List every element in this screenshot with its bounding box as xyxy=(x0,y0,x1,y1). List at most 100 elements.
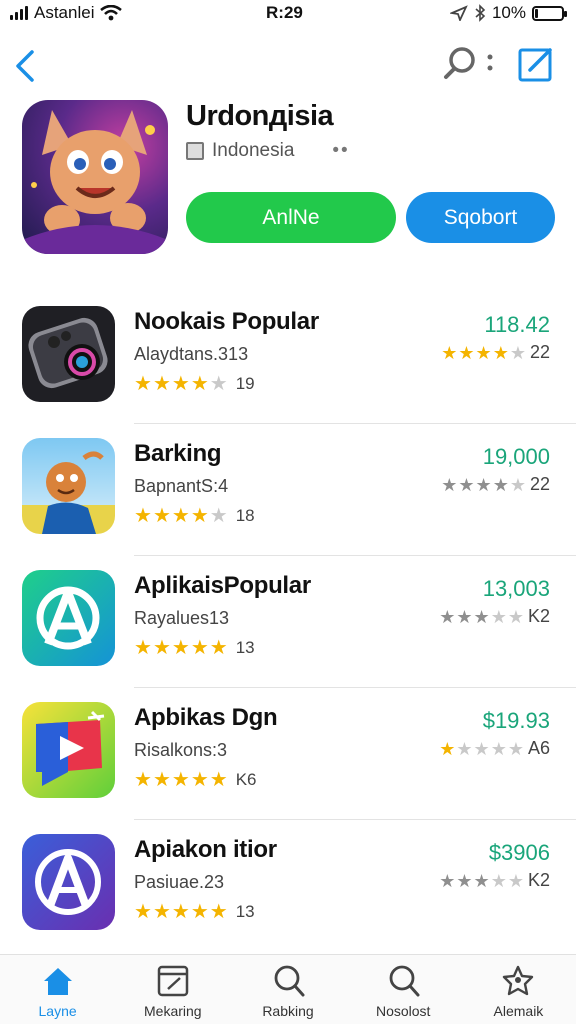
star-icon: ★ xyxy=(134,505,152,527)
app-name: Barking xyxy=(134,440,222,467)
cartoon-app-icon xyxy=(22,438,115,534)
star-icon: ★ xyxy=(490,606,507,627)
app-price: 19,000 xyxy=(482,444,550,469)
star-icon: ★ xyxy=(456,870,473,891)
app-meta: ★ ★ ★ ★ ★ 22 xyxy=(441,474,550,495)
tab-label: Layne xyxy=(38,1003,77,1019)
app-price: 13,003 xyxy=(482,576,550,601)
app-subtitle: Alaydtans.313 xyxy=(134,344,249,364)
camera-app-icon xyxy=(22,306,115,402)
secondary-action-button[interactable]: Sqobort xyxy=(406,192,555,243)
star-icon: ★ xyxy=(209,769,228,791)
star-icon: ★ xyxy=(473,606,490,627)
meta-value: K2 xyxy=(527,606,550,626)
app-rating: ★ ★ ★ ★ ★ K6 xyxy=(134,770,256,790)
tab-layne[interactable]: Layne xyxy=(0,955,115,1024)
star-icon: ★ xyxy=(456,606,473,627)
app-rating: ★ ★ ★ ★ ★ 13 xyxy=(134,902,255,922)
star-icon: ★ xyxy=(441,474,458,495)
back-chevron-icon[interactable] xyxy=(12,46,42,86)
tab-rabking[interactable]: Rabking xyxy=(230,955,345,1024)
star-icon: ★ xyxy=(190,637,209,659)
status-right: 10% xyxy=(449,3,567,23)
star-icon: ★ xyxy=(439,870,456,891)
tab-label: Rabking xyxy=(262,1003,314,1019)
rating-count: 13 xyxy=(235,902,255,921)
star-icon: ★ xyxy=(171,769,190,791)
star-rating-icon: ★ ★ ★ ★ ★ xyxy=(439,739,524,759)
list-item[interactable]: Barking BapnantS:4 ★ ★ ★ ★ ★ 18 19,000 ★ ★ ★ ★ ★… xyxy=(0,424,576,556)
star-icon: ★ xyxy=(490,738,507,759)
star-icon: ★ xyxy=(171,373,190,395)
star-icon: ★ xyxy=(439,606,456,627)
star-icon: ★ xyxy=(507,606,524,627)
star-icon: ★ xyxy=(475,342,492,363)
letter-a-app-icon xyxy=(22,570,115,666)
app-meta: ★ ★ ★ ★ ★ 22 xyxy=(441,342,550,363)
star-icon: ★ xyxy=(209,505,228,527)
list-item[interactable]: AplikaisPopular Rayalues13 ★ ★ ★ ★ ★ 13 13,0… xyxy=(0,556,576,688)
letter-a-circle-app-icon xyxy=(22,834,115,930)
star-icon: ★ xyxy=(134,373,152,395)
region-label: Indonesia xyxy=(212,140,295,161)
star-icon: ★ xyxy=(171,505,190,527)
star-icon: ★ xyxy=(152,505,171,527)
star-icon: ★ xyxy=(190,505,209,527)
app-meta: ★ ★ ★ ★ ★ K2 xyxy=(439,870,550,891)
tab-nosolost[interactable]: Nosolost xyxy=(346,955,461,1024)
signal-icon xyxy=(10,6,28,20)
app-name: Apbikas Dgn xyxy=(134,704,278,731)
meta-value: A6 xyxy=(527,738,550,758)
cartoon-mascot-icon xyxy=(22,110,168,254)
star-icon: ★ xyxy=(492,474,509,495)
star-icon: ★ xyxy=(171,901,190,923)
status-bar: Astanlei R:29 10% xyxy=(0,0,576,26)
star-icon: ★ xyxy=(209,373,228,395)
star-rating-icon: ★ ★ ★ ★ ★ xyxy=(134,506,228,526)
app-subtitle: BapnantS:4 xyxy=(134,476,229,496)
star-icon: ★ xyxy=(209,637,228,659)
star-icon: ★ xyxy=(152,769,171,791)
featured-app-icon[interactable] xyxy=(22,100,168,254)
star-icon: ★ xyxy=(134,901,152,923)
primary-action-button[interactable]: AnlNe xyxy=(186,192,396,243)
star-rating-icon: ★ ★ ★ ★ ★ xyxy=(134,638,228,658)
search-icon[interactable] xyxy=(442,44,498,84)
star-icon: ★ xyxy=(492,342,509,363)
battery-icon xyxy=(532,5,567,21)
star-icon: ★ xyxy=(441,342,458,363)
star-rating-icon: ★ ★ ★ ★ ★ xyxy=(439,607,524,627)
home-icon xyxy=(43,968,72,995)
star-icon: ★ xyxy=(439,738,456,759)
battery-fill xyxy=(535,8,538,18)
app-name: AplikaisPopular xyxy=(134,572,311,599)
star-icon: ★ xyxy=(458,342,475,363)
star-icon: ★ xyxy=(190,769,209,791)
app-name: Nookais Popular xyxy=(134,308,319,335)
tab-mekaring[interactable]: Mekaring xyxy=(115,955,230,1024)
bluetooth-icon xyxy=(475,4,486,22)
star-icon: ★ xyxy=(507,738,524,759)
carrier-label: Astanlei xyxy=(34,3,95,22)
battery-percent: 10% xyxy=(491,3,526,22)
tab-alemaik[interactable]: Alemaik xyxy=(461,955,576,1024)
nav-bar xyxy=(0,40,576,90)
app-rating: ★ ★ ★ ★ ★ 18 xyxy=(134,506,255,526)
app-subtitle: Rayalues13 xyxy=(134,608,230,628)
star-rating-icon: ★ ★ ★ ★ ★ xyxy=(439,871,524,891)
more-dots[interactable]: •• xyxy=(332,140,349,162)
app-list: Nookais Popular Alaydtans.313 ★ ★ ★ ★ ★ 19 1… xyxy=(0,292,576,952)
app-subtitle: Pasiuae.23 xyxy=(134,872,225,892)
app-price: $3906 xyxy=(488,840,550,865)
list-item[interactable]: Nookais Popular Alaydtans.313 ★ ★ ★ ★ ★ 19 1… xyxy=(0,292,576,424)
compose-icon[interactable] xyxy=(516,44,556,84)
tab-label: Nosolost xyxy=(375,1003,431,1019)
star-icon: ★ xyxy=(152,637,171,659)
list-item[interactable]: Apbikas Dgn Risalkons:3 ★ ★ ★ ★ ★ K6 $19.93 … xyxy=(0,688,576,820)
app-meta: ★ ★ ★ ★ ★ K2 xyxy=(439,606,550,627)
meta-value: K2 xyxy=(527,870,550,890)
search-icon xyxy=(389,965,420,997)
list-item[interactable]: Apiakon itior Pasiuae.23 ★ ★ ★ ★ ★ 13 $3906 … xyxy=(0,820,576,952)
star-icon: ★ xyxy=(134,769,152,791)
star-person-icon xyxy=(503,965,534,996)
